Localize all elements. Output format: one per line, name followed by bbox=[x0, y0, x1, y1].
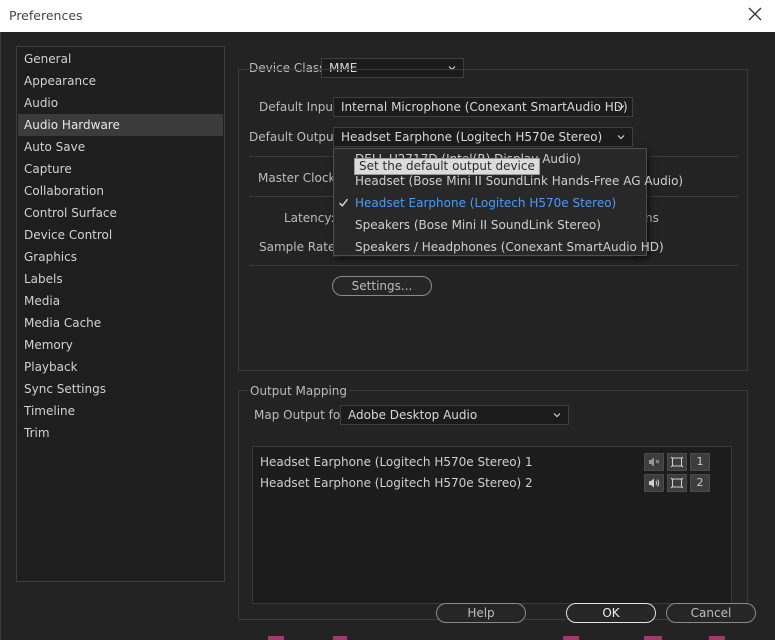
menu-item-headset-earphone-logitech[interactable]: Headset Earphone (Logitech H570e Stereo) bbox=[334, 192, 646, 214]
sidebar-item-graphics[interactable]: Graphics bbox=[18, 246, 223, 268]
sidebar-item-auto-save[interactable]: Auto Save bbox=[18, 136, 223, 158]
channel-map-icon[interactable] bbox=[667, 453, 687, 471]
sidebar-item-timeline[interactable]: Timeline bbox=[18, 400, 223, 422]
sidebar-item-media[interactable]: Media bbox=[18, 290, 223, 312]
latency-unit: ns bbox=[645, 211, 659, 225]
speaker-icon[interactable] bbox=[644, 474, 664, 492]
default-input-value: Internal Microphone (Conexant SmartAudio… bbox=[341, 100, 628, 114]
sidebar-item-collaboration[interactable]: Collaboration bbox=[18, 180, 223, 202]
menu-item-label: Headset Earphone (Logitech H570e Stereo) bbox=[355, 196, 617, 210]
sidebar-item-audio-hardware[interactable]: Audio Hardware bbox=[18, 114, 223, 136]
settings-button[interactable]: Settings... bbox=[332, 276, 432, 296]
menu-item-speakers-conexant[interactable]: Speakers / Headphones (Conexant SmartAud… bbox=[334, 236, 664, 258]
default-input-label: Default Input: bbox=[259, 100, 342, 114]
chevron-down-icon bbox=[617, 105, 625, 110]
sidebar-item-sync-settings[interactable]: Sync Settings bbox=[18, 378, 223, 400]
window-title: Preferences bbox=[9, 8, 83, 23]
title-bar: Preferences bbox=[0, 0, 775, 32]
timeline-marker bbox=[644, 636, 662, 640]
chevron-down-icon bbox=[617, 135, 625, 140]
default-output-dropdown[interactable]: Headset Earphone (Logitech H570e Stereo) bbox=[333, 127, 633, 147]
sidebar-item-device-control[interactable]: Device Control bbox=[18, 224, 223, 246]
sidebar-item-memory[interactable]: Memory bbox=[18, 334, 223, 356]
timeline-marker bbox=[709, 636, 725, 640]
sidebar-item-playback[interactable]: Playback bbox=[18, 356, 223, 378]
sidebar-item-general[interactable]: General bbox=[18, 48, 223, 70]
close-icon[interactable] bbox=[747, 6, 763, 22]
sidebar-item-media-cache[interactable]: Media Cache bbox=[18, 312, 223, 334]
timeline-marker bbox=[333, 636, 347, 640]
sidebar-item-trim[interactable]: Trim bbox=[18, 422, 223, 444]
output-mapping-group-label: Output Mapping bbox=[248, 384, 349, 398]
ok-button[interactable]: OK bbox=[566, 603, 656, 623]
channel-map-icon[interactable] bbox=[667, 474, 687, 492]
timeline-marker bbox=[563, 636, 579, 640]
default-output-value: Headset Earphone (Logitech H570e Stereo) bbox=[341, 130, 603, 144]
sidebar-item-audio[interactable]: Audio bbox=[18, 92, 223, 114]
channel-row[interactable]: Headset Earphone (Logitech H570e Stereo)… bbox=[260, 452, 533, 472]
latency-label: Latency: bbox=[284, 211, 335, 225]
map-output-label: Map Output for: bbox=[254, 408, 349, 422]
master-clock-label: Master Clock: bbox=[258, 171, 340, 185]
sample-rate-label: Sample Rate: bbox=[259, 240, 340, 254]
channel-row[interactable]: Headset Earphone (Logitech H570e Stereo)… bbox=[260, 473, 533, 493]
sidebar-item-appearance[interactable]: Appearance bbox=[18, 70, 223, 92]
checkmark-icon bbox=[339, 198, 349, 207]
divider bbox=[249, 265, 739, 266]
sidebar: General Appearance Audio Audio Hardware … bbox=[16, 46, 225, 582]
default-input-dropdown[interactable]: Internal Microphone (Conexant SmartAudio… bbox=[333, 97, 633, 117]
channel-number: 1 bbox=[690, 453, 710, 471]
map-output-dropdown[interactable]: Adobe Desktop Audio bbox=[340, 405, 569, 425]
default-output-label: Default Output: bbox=[249, 130, 343, 144]
chevron-down-icon bbox=[553, 413, 561, 418]
menu-item-speakers-bose[interactable]: Speakers (Bose Mini II SoundLink Stereo) bbox=[334, 214, 646, 236]
sidebar-item-control-surface[interactable]: Control Surface bbox=[18, 202, 223, 224]
sidebar-item-labels[interactable]: Labels bbox=[18, 268, 223, 290]
speaker-muted-icon[interactable] bbox=[644, 453, 664, 471]
sidebar-item-capture[interactable]: Capture bbox=[18, 158, 223, 180]
timeline-marker bbox=[268, 636, 284, 640]
help-button[interactable]: Help bbox=[436, 603, 526, 623]
channel-list: Headset Earphone (Logitech H570e Stereo)… bbox=[252, 446, 732, 604]
map-output-value: Adobe Desktop Audio bbox=[348, 408, 478, 422]
tooltip: Set the default output device bbox=[354, 158, 540, 175]
channel-number: 2 bbox=[690, 474, 710, 492]
cancel-button[interactable]: Cancel bbox=[666, 603, 756, 623]
